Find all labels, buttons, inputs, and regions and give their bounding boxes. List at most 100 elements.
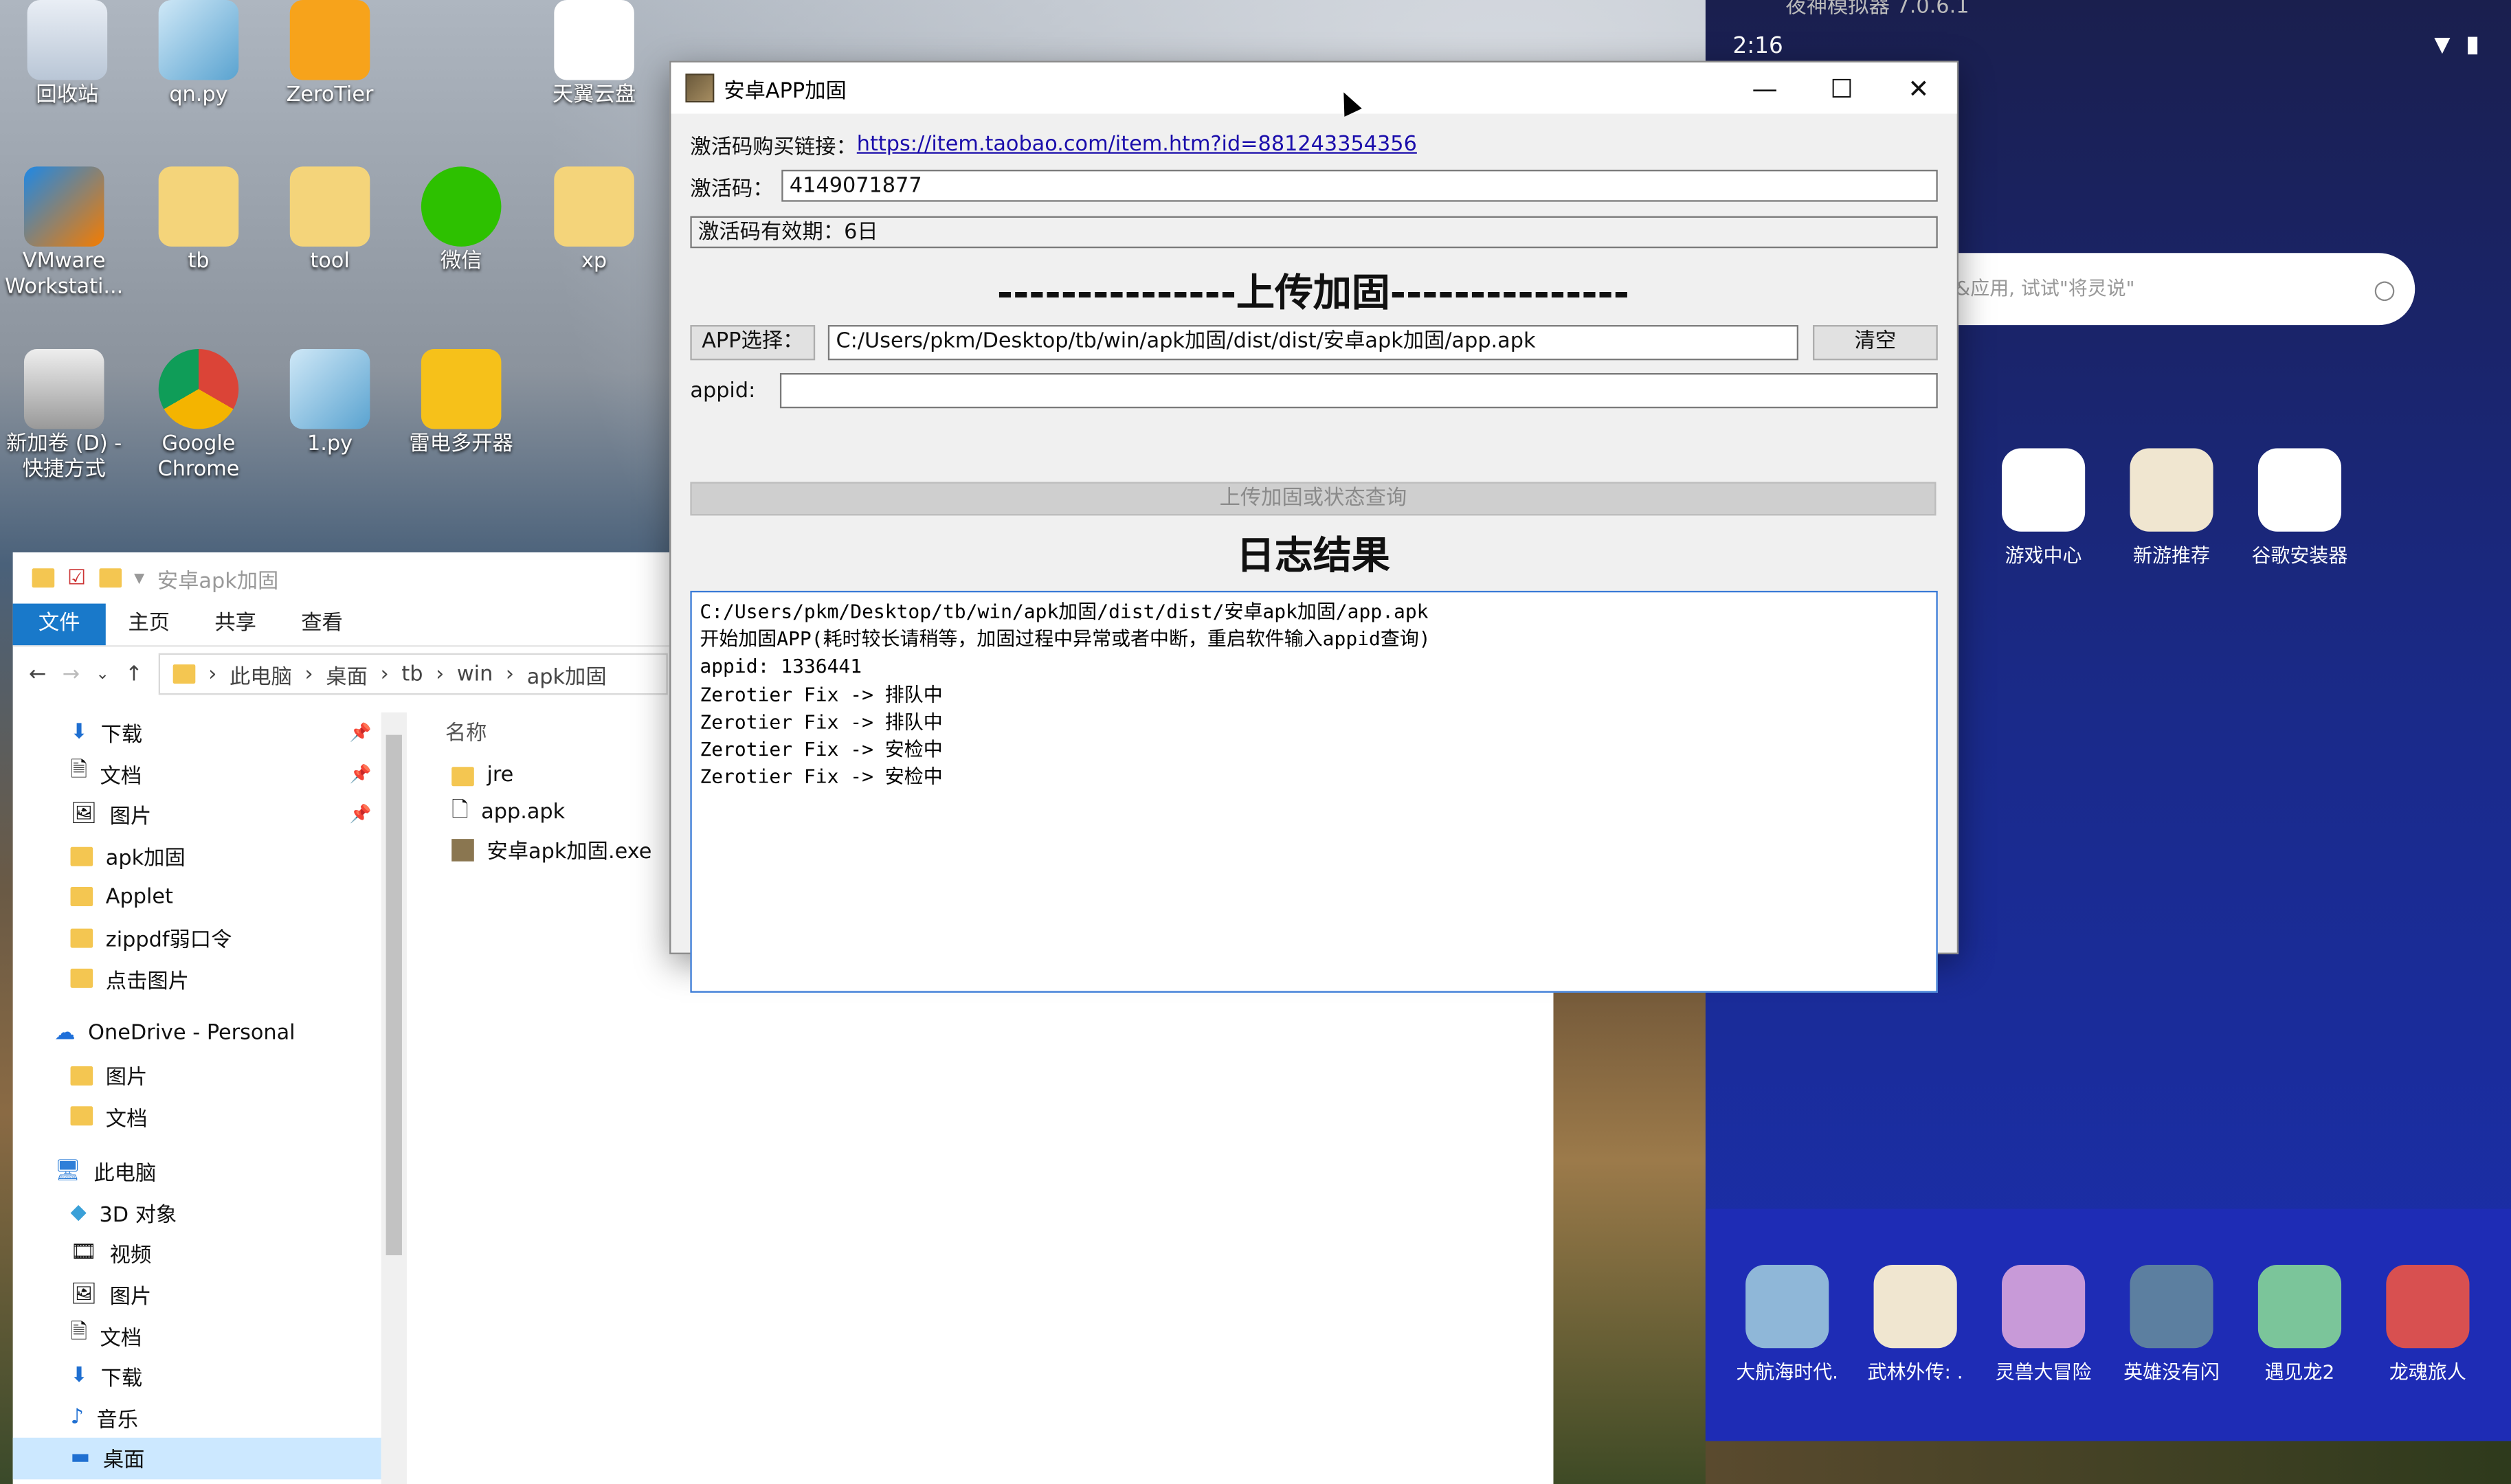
breadcrumb-item[interactable]: 桌面 [326, 659, 368, 689]
nav-item-videos[interactable]: 🎞 视频 [13, 1233, 381, 1274]
desktop-icon-1py[interactable]: 1.py [266, 349, 394, 458]
ribbon-tab-view[interactable]: 查看 [279, 604, 366, 646]
picture-icon: 🖼 [70, 802, 98, 827]
explorer-title: 安卓apk加固 [157, 569, 279, 594]
google-icon [2257, 448, 2342, 532]
folder-icon [32, 568, 55, 588]
window-titlebar[interactable]: 安卓APP加固 — ☐ ✕ [671, 62, 1957, 114]
appid-input[interactable] [779, 372, 1938, 409]
nav-item-pc-documents[interactable]: 🗎 文档 [13, 1315, 381, 1356]
desktop-icon-vmware[interactable]: VMware Workstati... [0, 166, 128, 301]
desktop-icon-tb[interactable]: tb [135, 166, 263, 275]
desktop-icon-label: VMware Workstati... [5, 249, 124, 300]
desktop-icon-wechat[interactable]: 微信 [397, 166, 525, 275]
folder-icon [451, 766, 474, 786]
log-line: Zerotier Fix -> 排队中 [700, 710, 943, 733]
log-line: appid: 1336441 [700, 655, 862, 678]
file-row[interactable]: 🗋 app.apk [429, 794, 652, 831]
nav-item-applet[interactable]: Applet [13, 877, 381, 918]
breadcrumb-item[interactable]: 此电脑 [230, 659, 292, 689]
column-header-name[interactable]: 名称 [429, 712, 652, 757]
nav-item-onedrive-pictures[interactable]: 图片 [13, 1055, 381, 1096]
desktop-icon-xp[interactable]: xp [530, 166, 658, 275]
wifi-icon: ▼ [2434, 33, 2451, 58]
nav-item-click-images[interactable]: 点击图片 [13, 958, 381, 1000]
log-line: Zerotier Fix -> 安检中 [700, 738, 943, 761]
breadcrumb-item[interactable]: win [457, 662, 493, 686]
app-game-center[interactable]: 游戏中心 [1979, 448, 2107, 569]
desktop-icon-leidian[interactable]: 雷电多开器 [397, 349, 525, 458]
app-dock-item[interactable]: 武林外传: . [1851, 1265, 1979, 1385]
desktop-icon-chrome[interactable]: Google Chrome [135, 349, 263, 484]
upload-query-button[interactable]: 上传加固或状态查询 [690, 482, 1937, 516]
forward-arrow-icon[interactable]: → [63, 662, 80, 686]
game-icon [1873, 1265, 1957, 1349]
log-section-header: 日志结果 [1236, 533, 1390, 578]
nav-item-onedrive-documents[interactable]: 文档 [13, 1096, 381, 1137]
search-icon[interactable]: ○ [2374, 253, 2396, 325]
ribbon-tab-file[interactable]: 文件 [12, 603, 106, 646]
nav-item-zippdf[interactable]: zippdf弱口令 [13, 917, 381, 958]
emulator-search-input[interactable]: &应用, 试试"将灵说" ○ [1945, 253, 2415, 326]
clear-button[interactable]: 清空 [1813, 325, 1938, 361]
app-select-button[interactable]: APP选择： [690, 325, 816, 361]
scrollbar-thumb[interactable] [386, 734, 402, 1256]
breadcrumb-item[interactable]: tb [401, 662, 423, 686]
chevron-down-icon[interactable]: ▾ [134, 566, 144, 590]
desktop-icon-recycle-bin[interactable]: 回收站 [3, 0, 131, 109]
ribbon-tab-share[interactable]: 共享 [192, 604, 279, 646]
nav-item-music[interactable]: ♪ 音乐 [13, 1397, 381, 1438]
game-icon [2130, 448, 2213, 532]
buy-link[interactable]: https://item.taobao.com/item.htm?id=8812… [857, 132, 1417, 156]
nav-item-3d-objects[interactable]: ◆ 3D 对象 [13, 1192, 381, 1233]
file-row[interactable]: jre [429, 757, 652, 794]
nav-item-this-pc[interactable]: 🖥 此电脑 [13, 1151, 381, 1192]
desktop-icon-drive-d[interactable]: 新加卷 (D) - 快捷方式 [0, 349, 128, 484]
close-button[interactable]: ✕ [1880, 63, 1957, 114]
nav-item-pc-pictures[interactable]: 🖼 图片 [13, 1274, 381, 1315]
python-file-icon [289, 349, 370, 429]
nav-item-desktop[interactable]: ▬ 桌面 [12, 1437, 381, 1479]
nav-item-documents[interactable]: 🗎 文档 📌 [13, 754, 381, 795]
vmware-icon [23, 166, 104, 247]
app-dock-item[interactable]: 灵兽大冒险 [1979, 1265, 2107, 1385]
app-dock-item[interactable]: 遇见龙2 [2235, 1265, 2363, 1385]
breadcrumb-item[interactable]: apk加固 [527, 659, 607, 689]
nav-item-pictures[interactable]: 🖼 图片 📌 [13, 794, 381, 835]
desktop-icon-label: qn.py [169, 83, 228, 108]
activation-code-input[interactable]: 4149071877 [781, 170, 1938, 202]
up-arrow-icon[interactable]: ↑ [125, 662, 142, 686]
checkbox-icon: ☑ [67, 565, 87, 590]
desktop-icon-zerotier[interactable]: ZeroTier [266, 0, 394, 109]
nav-item-pc-downloads[interactable]: ⬇ 下载 [13, 1356, 381, 1397]
buy-link-row: 激活码购买链接： https://item.taobao.com/item.ht… [690, 130, 1416, 159]
nav-scrollbar[interactable] [381, 712, 407, 1484]
app-google-installer[interactable]: 谷歌安装器 [2235, 448, 2363, 569]
log-line: Zerotier Fix -> 安检中 [700, 765, 943, 789]
app-dock-item[interactable]: 大航海时代. [1723, 1265, 1851, 1385]
breadcrumb[interactable]: › 此电脑 › 桌面 › tb › win › apk加固 [158, 653, 669, 695]
minimize-button[interactable]: — [1726, 63, 1803, 114]
desktop-icon-label: tb [188, 249, 210, 274]
desktop-icon-qnpy[interactable]: qn.py [135, 0, 263, 109]
folder-icon [70, 1106, 93, 1126]
app-path-input[interactable]: C:/Users/pkm/Desktop/tb/win/apk加固/dist/d… [827, 325, 1799, 361]
nav-item-onedrive[interactable]: ☁ OneDrive - Personal [13, 1014, 381, 1055]
desktop-icon-label: 雷电多开器 [409, 432, 513, 457]
maximize-button[interactable]: ☐ [1803, 63, 1880, 114]
desktop-icon-tool[interactable]: tool [266, 166, 394, 275]
nav-item-apk[interactable]: apk加固 [13, 835, 381, 877]
recent-dropdown-icon[interactable]: ⌄ [96, 665, 109, 683]
file-row[interactable]: 安卓apk加固.exe [429, 831, 651, 868]
pin-icon: 📌 [349, 722, 372, 743]
back-arrow-icon[interactable]: ← [29, 662, 46, 686]
app-new-games[interactable]: 新游推荐 [2108, 448, 2235, 569]
folder-icon [70, 887, 93, 907]
app-dock-item[interactable]: 英雄没有闪 [2108, 1265, 2235, 1385]
nav-item-downloads[interactable]: ⬇ 下载 📌 [13, 712, 381, 754]
app-dock-item[interactable]: 龙魂旅人 [2364, 1265, 2492, 1385]
gamepad-icon [2002, 448, 2086, 532]
desktop-icon-tianyi-cloud[interactable]: 天翼云盘 [530, 0, 658, 109]
ribbon-tab-home[interactable]: 主页 [106, 604, 192, 646]
log-output[interactable]: C:/Users/pkm/Desktop/tb/win/apk加固/dist/d… [690, 590, 1938, 993]
